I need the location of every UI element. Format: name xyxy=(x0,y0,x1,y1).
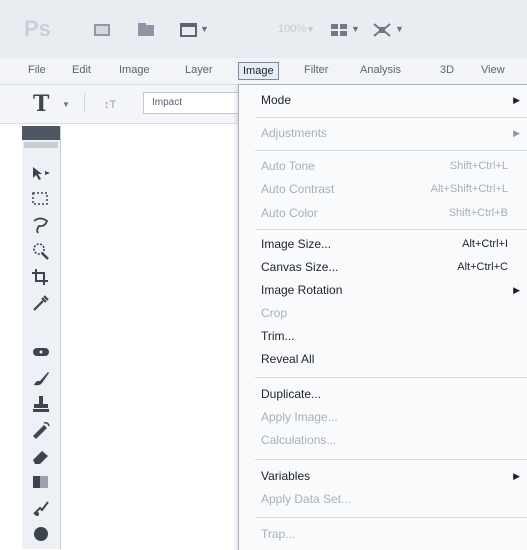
zoom-level[interactable]: 100% xyxy=(278,23,306,35)
menu-item-calculations: Calculations... xyxy=(261,433,337,447)
menu-item-image-rotation[interactable]: Image Rotation xyxy=(261,283,342,297)
submenu-arrow-icon: ▶ xyxy=(513,128,520,138)
options-separator xyxy=(84,93,85,113)
menu-edit[interactable]: Edit xyxy=(72,64,91,76)
menu-separator xyxy=(255,377,527,378)
clone-stamp-tool-icon[interactable] xyxy=(30,394,52,414)
spot-healing-tool-icon[interactable] xyxy=(30,342,52,362)
menu-separator xyxy=(255,459,527,460)
view-extras-dropdown-icon[interactable]: ▼ xyxy=(200,24,209,34)
shortcut-auto-contrast: Alt+Shift+Ctrl+L xyxy=(430,183,508,195)
menu-layer[interactable]: Layer xyxy=(185,64,213,76)
menu-item-image-size[interactable]: Image Size... xyxy=(261,237,331,251)
history-brush-tool-icon[interactable] xyxy=(30,420,52,440)
shortcut-image-size: Alt+Ctrl+I xyxy=(462,238,508,250)
font-family-field[interactable]: Impact xyxy=(143,92,251,114)
submenu-arrow-icon: ▶ xyxy=(513,95,520,105)
lasso-tool-icon[interactable] xyxy=(30,215,52,235)
menu-file[interactable]: File xyxy=(28,64,46,76)
menu-separator xyxy=(255,150,527,151)
menu-item-mode[interactable]: Mode xyxy=(261,93,291,107)
menu-image[interactable]: Image xyxy=(238,62,279,80)
quick-selection-tool-icon[interactable] xyxy=(30,241,52,261)
menu-item-duplicate[interactable]: Duplicate... xyxy=(261,387,321,401)
move-tool-icon[interactable] xyxy=(30,163,52,183)
menu-item-auto-tone: Auto Tone xyxy=(261,159,315,173)
menu-item-trap: Trap... xyxy=(261,527,296,541)
marquee-tool-icon[interactable] xyxy=(30,189,52,209)
text-orientation-icon[interactable]: ↕T xyxy=(103,96,121,117)
blur-tool-icon[interactable] xyxy=(30,498,52,518)
shortcut-auto-tone: Shift+Ctrl+L xyxy=(449,160,508,172)
launch-bridge-icon[interactable] xyxy=(93,22,111,38)
mini-bridge-icon[interactable] xyxy=(137,22,155,38)
menu-image-faded[interactable]: Image xyxy=(119,64,150,76)
menu-item-auto-color: Auto Color xyxy=(261,206,318,220)
svg-text:↕T: ↕T xyxy=(104,99,117,111)
eraser-tool-icon[interactable] xyxy=(30,446,52,466)
menu-item-canvas-size[interactable]: Canvas Size... xyxy=(261,260,338,274)
menu-item-trim[interactable]: Trim... xyxy=(261,329,295,343)
menu-3d[interactable]: 3D xyxy=(440,64,454,76)
tool-preset-dropdown-icon[interactable]: ▼ xyxy=(62,100,70,109)
menu-item-variables[interactable]: Variables xyxy=(261,469,310,483)
brush-tool-icon[interactable] xyxy=(30,368,52,388)
shortcut-canvas-size: Alt+Ctrl+C xyxy=(457,261,508,273)
menu-separator xyxy=(255,229,527,230)
menu-view[interactable]: View xyxy=(481,64,505,76)
toolbox-header[interactable] xyxy=(22,126,60,140)
zoom-dropdown-icon[interactable]: ▼ xyxy=(306,24,315,34)
gradient-tool-icon[interactable] xyxy=(30,472,52,492)
type-tool-preset-icon[interactable]: T xyxy=(33,91,49,117)
menu-item-apply-image: Apply Image... xyxy=(261,410,338,424)
app-logo: Ps xyxy=(24,16,51,41)
menu-item-crop: Crop xyxy=(261,306,288,320)
menu-item-adjustments: Adjustments xyxy=(261,126,328,140)
submenu-arrow-icon: ▶ xyxy=(513,471,520,481)
menu-separator xyxy=(255,117,527,118)
menu-separator xyxy=(255,517,527,518)
font-family-value: Impact xyxy=(152,97,183,108)
eyedropper-tool-icon[interactable] xyxy=(30,293,52,313)
arrange-documents-dropdown-icon[interactable]: ▼ xyxy=(351,24,360,34)
dodge-tool-icon[interactable] xyxy=(30,524,52,544)
shortcut-auto-color: Shift+Ctrl+B xyxy=(448,207,508,219)
arrange-documents-icon[interactable] xyxy=(330,22,348,38)
menu-item-reveal-all[interactable]: Reveal All xyxy=(261,352,314,366)
submenu-arrow-icon: ▶ xyxy=(513,285,520,295)
application-bar: Ps ▼ 100% ▼ ▼ ▼ xyxy=(0,0,527,59)
menu-bar: File Edit Image Layer Image Filter Analy… xyxy=(0,58,527,85)
image-menu-dropdown: Mode ▶ Adjustments ▶ Auto Tone Shift+Ctr… xyxy=(238,84,527,550)
menu-analysis[interactable]: Analysis xyxy=(360,64,401,76)
toolbox-panel xyxy=(22,126,61,549)
view-extras-icon[interactable] xyxy=(180,22,198,38)
toolbox-grip[interactable] xyxy=(24,142,58,148)
screen-mode-dropdown-icon[interactable]: ▼ xyxy=(395,24,404,34)
screen-mode-icon[interactable] xyxy=(372,22,392,38)
menu-filter[interactable]: Filter xyxy=(304,64,328,76)
crop-tool-icon[interactable] xyxy=(30,267,52,287)
menu-item-apply-data-set: Apply Data Set... xyxy=(261,492,352,506)
menu-item-auto-contrast: Auto Contrast xyxy=(261,182,335,196)
